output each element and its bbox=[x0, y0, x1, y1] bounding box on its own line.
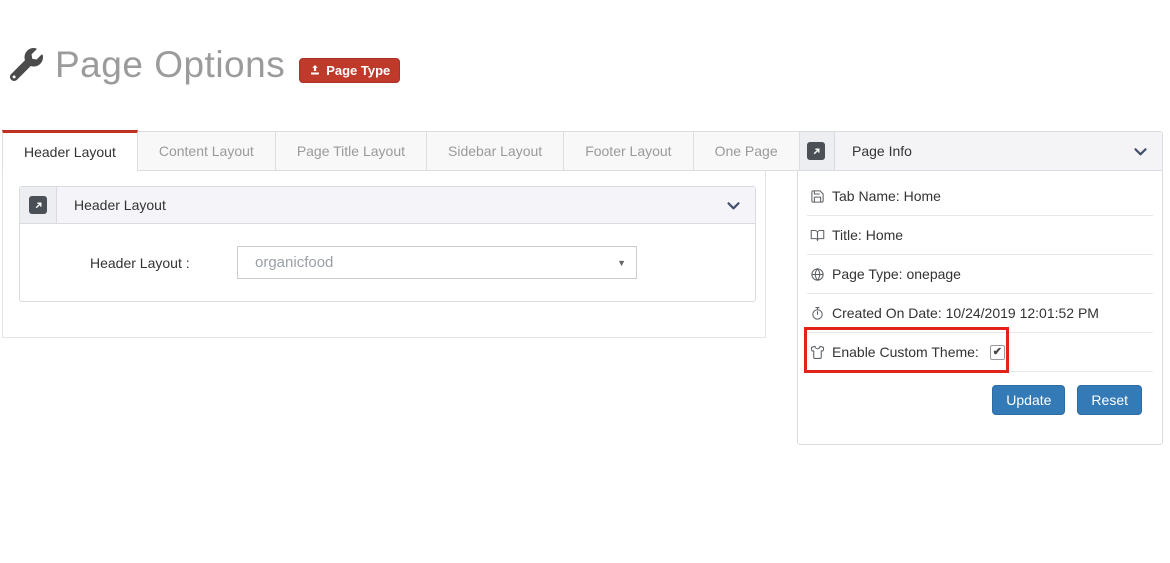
chevron-down-icon[interactable] bbox=[1132, 143, 1149, 160]
header-layout-select-value: organicfood bbox=[255, 254, 334, 271]
save-icon bbox=[810, 189, 825, 204]
checkmark-icon: ✔ bbox=[992, 346, 1002, 358]
title-value: Title: Home bbox=[832, 227, 904, 243]
created-date-row: Created On Date: 10/24/2019 12:01:52 PM bbox=[807, 294, 1153, 333]
upload-icon bbox=[309, 64, 321, 76]
header-layout-field-label: Header Layout : bbox=[90, 254, 190, 271]
layout-tabs: Header Layout Content Layout Page Title … bbox=[2, 130, 800, 171]
page-options-screen: Page Options Page Type Header Layout Con… bbox=[0, 0, 1170, 563]
panel-icon-cell bbox=[20, 187, 57, 223]
header-layout-select[interactable]: organicfood ▼ bbox=[237, 246, 637, 279]
tab-header-layout[interactable]: Header Layout bbox=[2, 130, 138, 171]
tab-content-area: Header Layout Header Layout : organicfoo… bbox=[2, 170, 766, 338]
tab-label: Sidebar Layout bbox=[448, 143, 543, 159]
external-link-icon bbox=[807, 142, 825, 160]
tab-label: Header Layout bbox=[24, 144, 116, 160]
header-layout-panel-title: Header Layout bbox=[74, 197, 166, 213]
update-button[interactable]: Update bbox=[992, 385, 1066, 415]
tab-one-page[interactable]: One Page bbox=[693, 131, 800, 171]
tab-label: Footer Layout bbox=[585, 143, 672, 159]
reset-button[interactable]: Reset bbox=[1077, 385, 1142, 415]
enable-custom-theme-row: Enable Custom Theme: ✔ bbox=[807, 333, 1153, 372]
header-layout-panel: Header Layout Header Layout : organicfoo… bbox=[19, 186, 756, 302]
tab-label: Page Title Layout bbox=[296, 143, 405, 159]
stopwatch-icon bbox=[810, 306, 825, 321]
tab-footer-layout[interactable]: Footer Layout bbox=[564, 131, 694, 171]
page-info-panel-header: Page Info bbox=[798, 132, 1162, 171]
tab-sidebar-layout[interactable]: Sidebar Layout bbox=[427, 131, 565, 171]
tab-label: Content Layout bbox=[158, 143, 254, 159]
page-info-panel: Page Info Tab Name: Home Title: Home Pag… bbox=[797, 131, 1163, 445]
tab-name-row: Tab Name: Home bbox=[807, 177, 1153, 216]
panel-icon-cell bbox=[798, 132, 835, 170]
page-type-badge-label: Page Type bbox=[326, 62, 391, 78]
select-caret-icon: ▼ bbox=[617, 257, 626, 268]
page-title: Page Options bbox=[55, 44, 286, 85]
wrench-icon bbox=[9, 48, 43, 86]
tab-page-title-layout[interactable]: Page Title Layout bbox=[275, 131, 427, 171]
enable-custom-theme-row-wrap: Enable Custom Theme: ✔ bbox=[798, 327, 1162, 373]
external-link-icon bbox=[29, 196, 47, 214]
header-layout-panel-body: Header Layout : organicfood ▼ bbox=[20, 224, 755, 279]
header-layout-panel-header: Header Layout bbox=[20, 187, 755, 224]
tab-label: One Page bbox=[714, 143, 778, 159]
enable-custom-theme-checkbox[interactable]: ✔ bbox=[989, 344, 1005, 360]
button-row: Update Reset bbox=[798, 372, 1162, 415]
chevron-down-icon[interactable] bbox=[725, 197, 742, 214]
title-row: Title: Home bbox=[807, 216, 1153, 255]
globe-icon bbox=[810, 267, 825, 282]
page-type-row: Page Type: onepage bbox=[807, 255, 1153, 294]
enable-custom-theme-label: Enable Custom Theme: bbox=[832, 344, 979, 360]
tab-name-value: Tab Name: Home bbox=[832, 188, 941, 204]
tshirt-icon bbox=[810, 345, 825, 360]
book-icon bbox=[810, 228, 825, 243]
tab-content-layout[interactable]: Content Layout bbox=[137, 131, 276, 171]
page-header: Page Options Page Type bbox=[9, 44, 401, 86]
page-info-body: Tab Name: Home Title: Home Page Type: on… bbox=[798, 171, 1162, 415]
page-info-panel-title: Page Info bbox=[852, 143, 912, 159]
created-date-value: Created On Date: 10/24/2019 12:01:52 PM bbox=[832, 305, 1099, 321]
page-type-value: Page Type: onepage bbox=[832, 266, 961, 282]
page-type-badge[interactable]: Page Type bbox=[299, 57, 401, 83]
